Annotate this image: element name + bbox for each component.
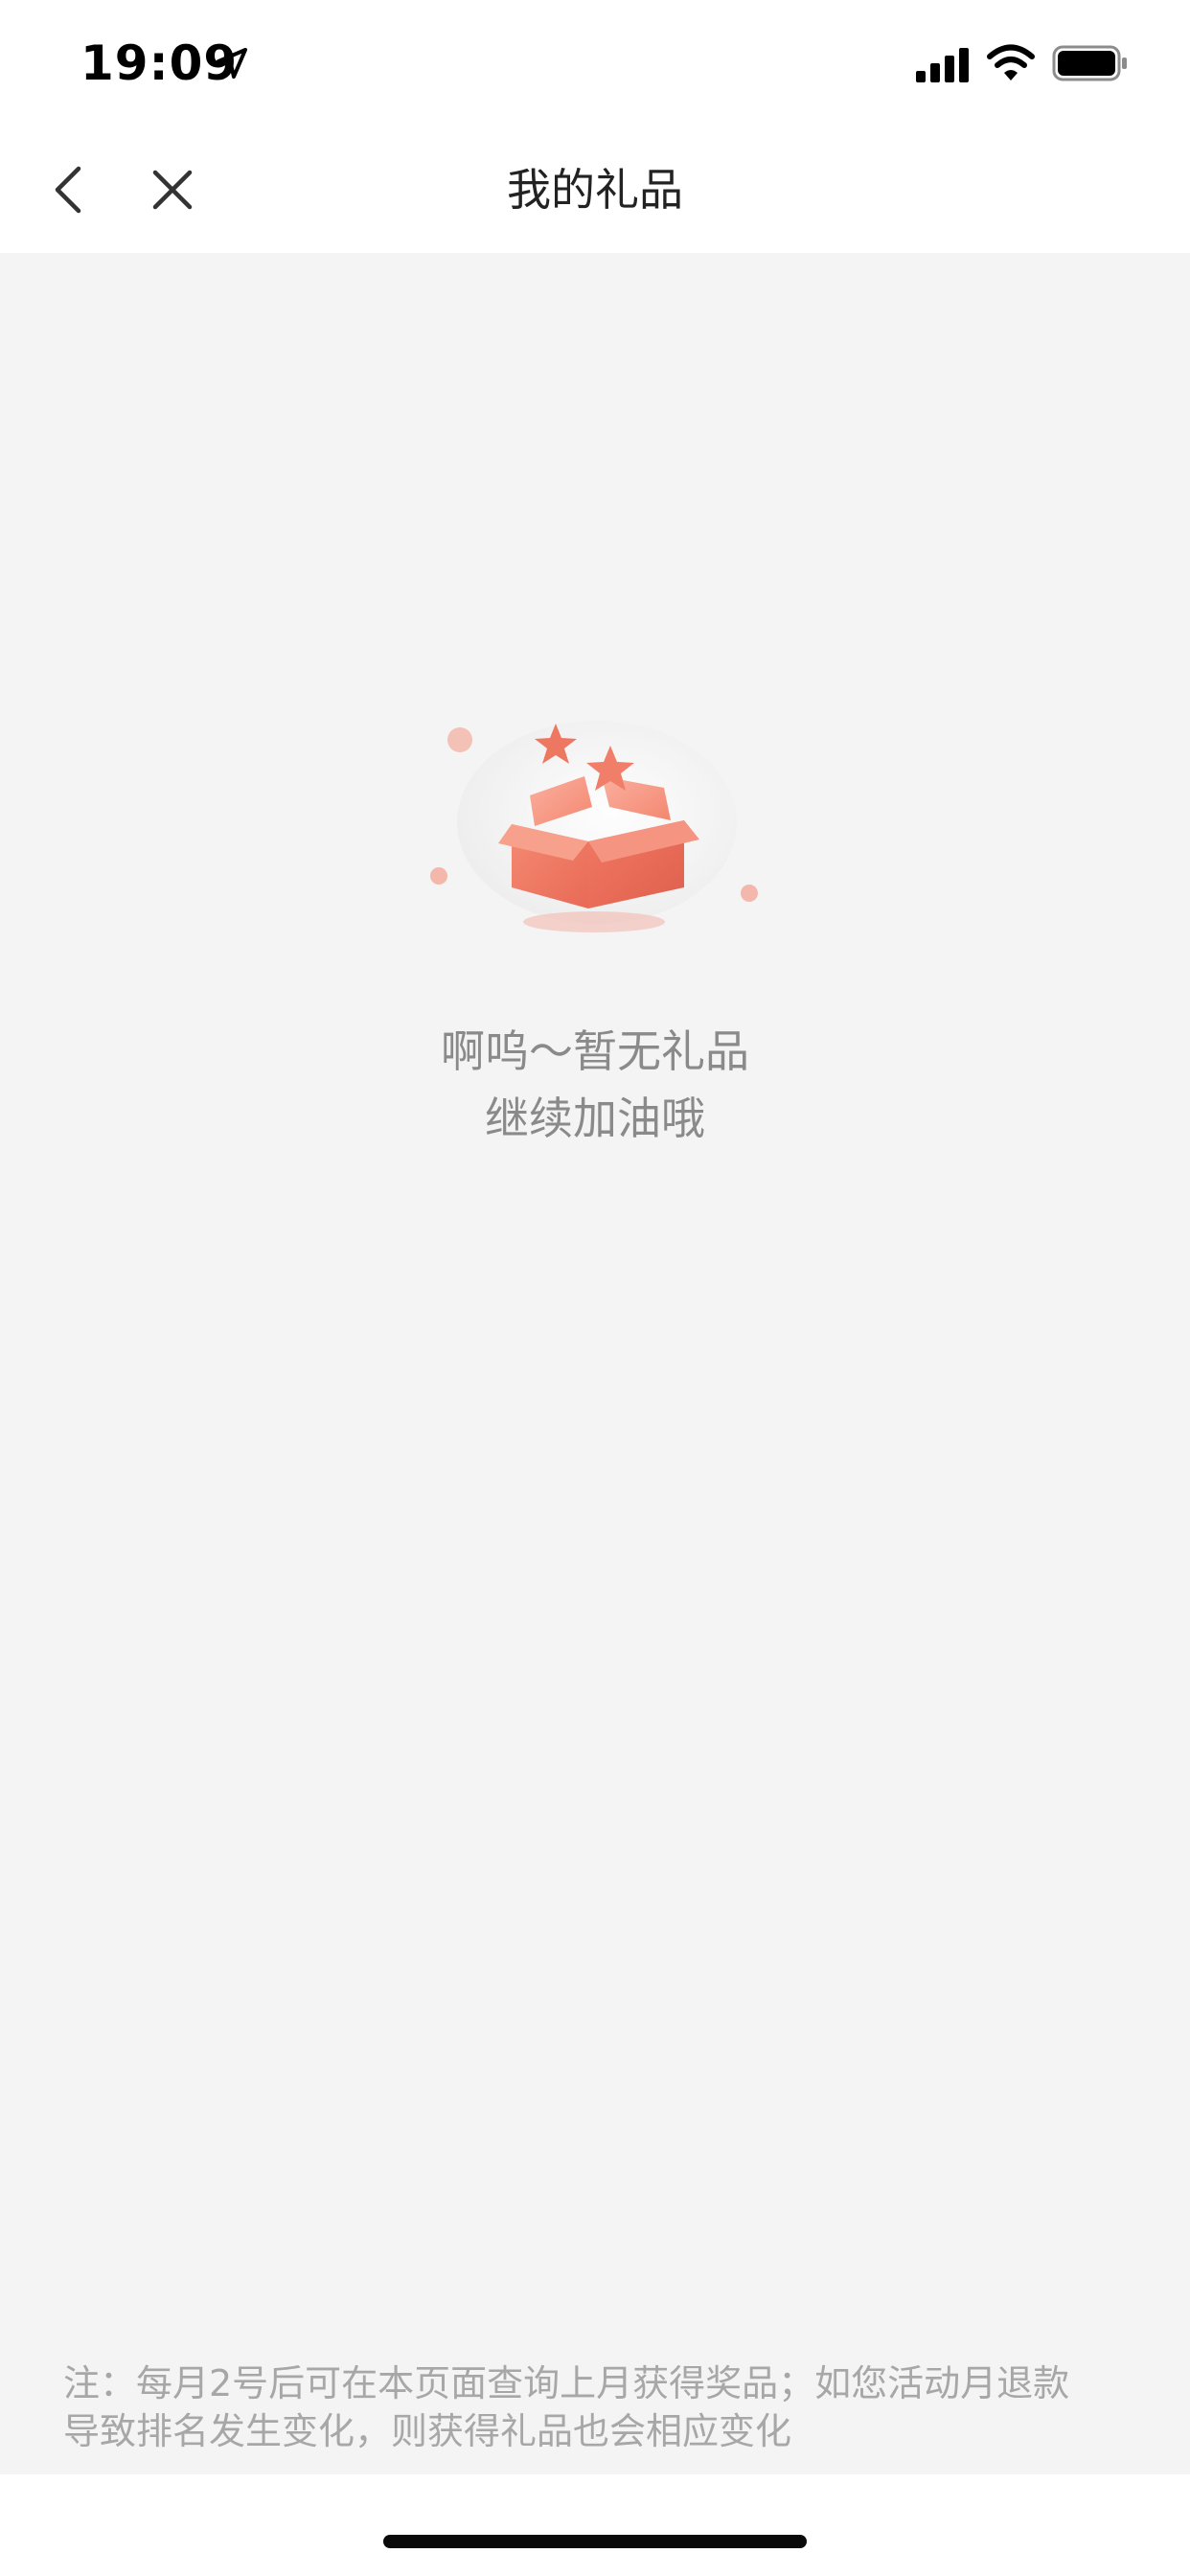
battery-icon — [1052, 45, 1127, 81]
home-indicator[interactable] — [383, 2535, 807, 2548]
page-title: 我的礼品 — [507, 164, 683, 216]
gift-box-icon — [430, 721, 758, 932]
header: 19:09 我的礼品 — [0, 0, 1190, 253]
footer-note-line2: 导致排名发生变化，则获得礼品也会相应变化 — [63, 2410, 792, 2452]
footer-note: 注：每月2号后可在本页面查询上月获得奖品；如您活动月退款 导致排名发生变化，则获… — [63, 2359, 1127, 2455]
footer-note-line1: 注：每月2号后可在本页面查询上月获得奖品；如您活动月退款 — [63, 2362, 1070, 2404]
wifi-icon — [987, 44, 1035, 80]
cellular-signal-icon — [916, 48, 969, 82]
empty-state-subtitle: 继续加油哦 — [485, 1092, 705, 1144]
empty-state-title: 啊呜～暂无礼品 — [441, 1025, 749, 1077]
bottom-safe-area — [0, 2474, 1190, 2576]
location-arrow-icon — [217, 48, 247, 79]
